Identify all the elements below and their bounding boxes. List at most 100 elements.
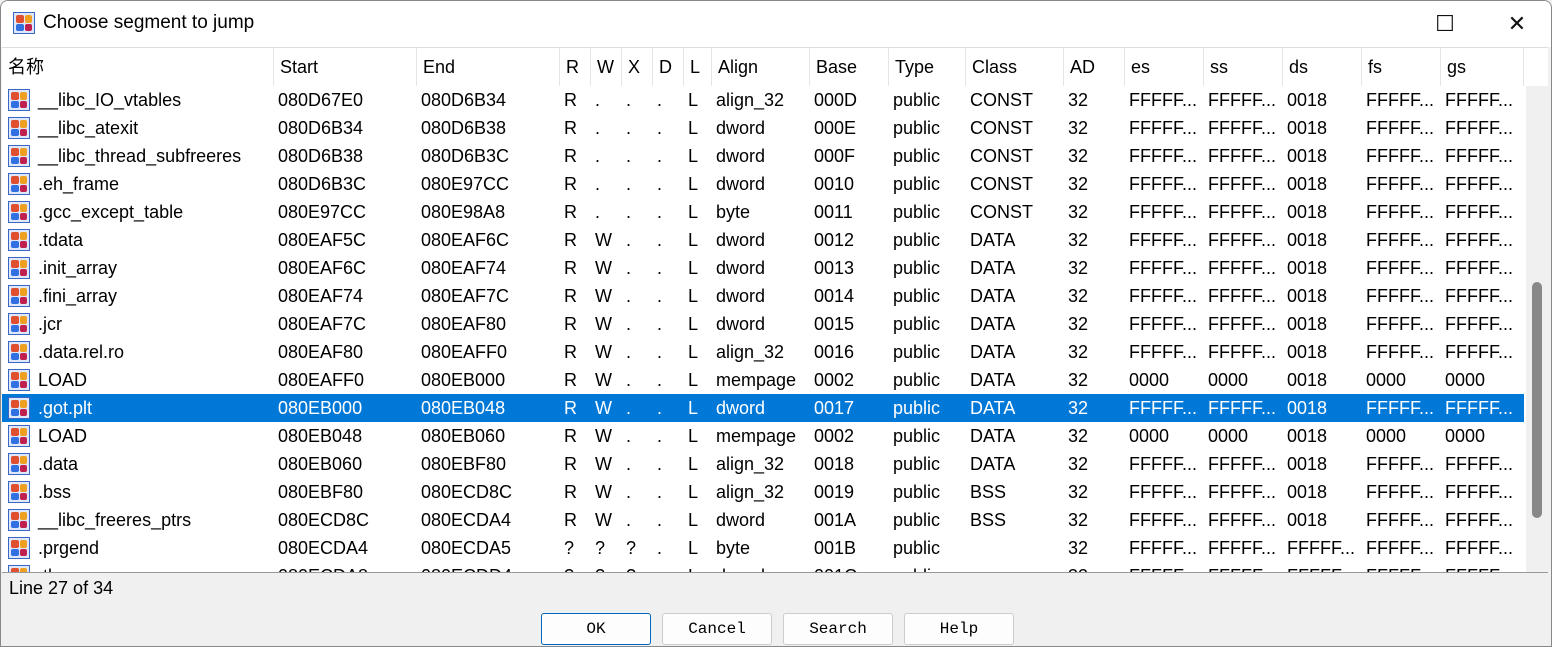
cell-base: 001A: [814, 510, 857, 530]
help-button[interactable]: Help: [904, 613, 1014, 645]
cell-d: .: [657, 482, 663, 502]
cell-w: W: [595, 342, 612, 362]
column-header[interactable]: Base: [810, 48, 889, 86]
column-header[interactable]: Type: [889, 48, 966, 86]
cell-r: ?: [564, 538, 575, 558]
close-button[interactable]: ✕: [1497, 9, 1537, 39]
segment-row[interactable]: __libc_atexit 080D6B34 080D6B38 R... Ldword 0…: [2, 114, 1524, 142]
segment-row[interactable]: LOAD 080EB048 080EB060 R W.. Lmempage 0002 publ…: [2, 422, 1524, 450]
ok-button[interactable]: OK: [541, 613, 651, 645]
cell-es: FFFFF...: [1129, 538, 1197, 558]
cell-ss: FFFFF...: [1208, 286, 1276, 306]
cell-d: .: [657, 90, 663, 110]
cell-l: L: [688, 230, 699, 250]
maximize-button[interactable]: ☐: [1425, 9, 1465, 39]
column-header[interactable]: es: [1125, 48, 1204, 86]
cell-l: L: [688, 202, 699, 222]
scrollbar-thumb[interactable]: [1532, 282, 1542, 518]
cell-end: 080EB048: [421, 398, 506, 418]
cell-start: 080EB060: [278, 454, 363, 474]
segment-row[interactable]: .eh_frame 080D6B3C 080E97CC R... Ldword 0010 p…: [2, 170, 1524, 198]
cell-name: __libc_freeres_ptrs: [38, 510, 192, 530]
cell-x: .: [626, 90, 632, 110]
cell-name: __libc_IO_vtables: [38, 90, 182, 110]
cell-align: align_32: [716, 454, 785, 474]
segment-icon: [8, 341, 30, 363]
cell-start: 080D6B38: [278, 146, 364, 166]
window-title: Choose segment to jump: [43, 12, 255, 33]
column-header[interactable]: AD: [1064, 48, 1125, 86]
column-header[interactable]: gs: [1441, 48, 1524, 86]
segment-row[interactable]: .tls080ECDA8080ECDD4???.Ldword001Cpublic…: [2, 562, 1524, 572]
segment-row[interactable]: .fini_array 080EAF74 080EAF7C R W.. Ldword 001…: [2, 282, 1524, 310]
segment-icon: [8, 285, 30, 307]
segment-row[interactable]: .bss 080EBF80 080ECD8C R W.. Lalign_32 0019 pub…: [2, 478, 1524, 506]
column-header[interactable]: R: [560, 48, 591, 86]
segment-row[interactable]: __libc_freeres_ptrs 080ECD8C 080ECDA4 R W.. L…: [2, 506, 1524, 534]
segment-row[interactable]: .got.plt 080EB000 080EB048 R W.. Ldword 0017 pu…: [2, 394, 1524, 422]
cell-start: 080ECD8C: [278, 510, 370, 530]
cell-x: .: [626, 482, 632, 502]
column-header[interactable]: End: [417, 48, 560, 86]
segment-row[interactable]: __libc_IO_vtables 080D67E0 080D6B34 R... Lal…: [2, 86, 1524, 114]
segment-row[interactable]: __libc_thread_subfreeres 080D6B38 080D6B3C…: [2, 142, 1524, 170]
column-header[interactable]: Class: [966, 48, 1064, 86]
cell-gs: 0000: [1445, 426, 1486, 446]
cell-type: public: [893, 510, 941, 530]
cell-name: .fini_array: [38, 286, 118, 306]
cell-type: public: [893, 538, 941, 558]
segment-row[interactable]: LOAD 080EAFF0 080EB000 R W.. Lmempage 0002 publ…: [2, 366, 1524, 394]
cell-fs: FFFFF...: [1366, 286, 1434, 306]
cell-gs: FFFFF...: [1445, 230, 1513, 250]
cell-end: 080EAFF0: [421, 342, 508, 362]
cell-es: FFFFF...: [1125, 562, 1204, 572]
cell-d: .: [657, 370, 663, 390]
cell-d: .: [657, 426, 663, 446]
column-header[interactable]: X: [622, 48, 653, 86]
segment-row[interactable]: .jcr 080EAF7C 080EAF80 R W.. Ldword 0015 public…: [2, 310, 1524, 338]
segment-icon: [8, 537, 30, 559]
cell-l: L: [688, 398, 699, 418]
column-header[interactable]: W: [591, 48, 622, 86]
segment-row[interactable]: .data 080EB060 080EBF80 R W.. Lalign_32 0018 pu…: [2, 450, 1524, 478]
segment-row[interactable]: .data.rel.ro 080EAF80 080EAFF0 R W.. Lalign_3…: [2, 338, 1524, 366]
search-button[interactable]: Search: [783, 613, 893, 645]
cell-name: .data: [38, 454, 79, 474]
cell-type: public: [893, 314, 941, 334]
cell-class: DATA: [970, 314, 1016, 334]
segment-list[interactable]: 名称 Start End R W X D L Align Base Type Class AD es ss d…: [2, 47, 1548, 573]
cell-r: R: [564, 258, 577, 278]
cell-base: 0010: [814, 174, 855, 194]
column-header[interactable]: ss: [1204, 48, 1283, 86]
segment-row[interactable]: .tdata 080EAF5C 080EAF6C R W.. Ldword 0012 publ…: [2, 226, 1524, 254]
cell-gs: FFFFF...: [1445, 398, 1513, 418]
column-header[interactable]: Align: [712, 48, 810, 86]
cell-base: 0016: [814, 342, 855, 362]
cell-align: dword: [716, 146, 766, 166]
column-header[interactable]: Start: [274, 48, 417, 86]
column-header[interactable]: L: [684, 48, 712, 86]
cell-type: public: [893, 342, 941, 362]
column-header[interactable]: D: [653, 48, 684, 86]
vertical-scrollbar[interactable]: [1526, 86, 1548, 572]
cell-name: .gcc_except_table: [38, 202, 184, 222]
cell-r: R: [564, 90, 577, 110]
cell-class: DATA: [970, 258, 1016, 278]
cell-base: 0002: [814, 370, 855, 390]
segment-row[interactable]: .gcc_except_table 080E97CC 080E98A8 R... Lby…: [2, 198, 1524, 226]
cell-base: 0019: [814, 482, 855, 502]
cell-gs: FFFFF...: [1445, 118, 1513, 138]
cell-gs: FFFFF...: [1445, 286, 1513, 306]
segment-row[interactable]: .prgend 080ECDA4 080ECDA5???. Lbyte 001B publ…: [2, 534, 1524, 562]
cell-ss: 0000: [1208, 370, 1249, 390]
column-header[interactable]: fs: [1362, 48, 1441, 86]
cell-x: .: [626, 370, 632, 390]
cancel-button[interactable]: Cancel: [662, 613, 772, 645]
cell-end: 080ECD8C: [421, 482, 513, 502]
cell-x: .: [626, 426, 632, 446]
column-header[interactable]: ds: [1283, 48, 1362, 86]
cell-ds: 0018: [1287, 370, 1328, 390]
column-header[interactable]: 名称: [2, 48, 274, 86]
cell-class: CONST: [970, 202, 1033, 222]
segment-row[interactable]: .init_array 080EAF6C 080EAF74 R W.. Ldword 001…: [2, 254, 1524, 282]
